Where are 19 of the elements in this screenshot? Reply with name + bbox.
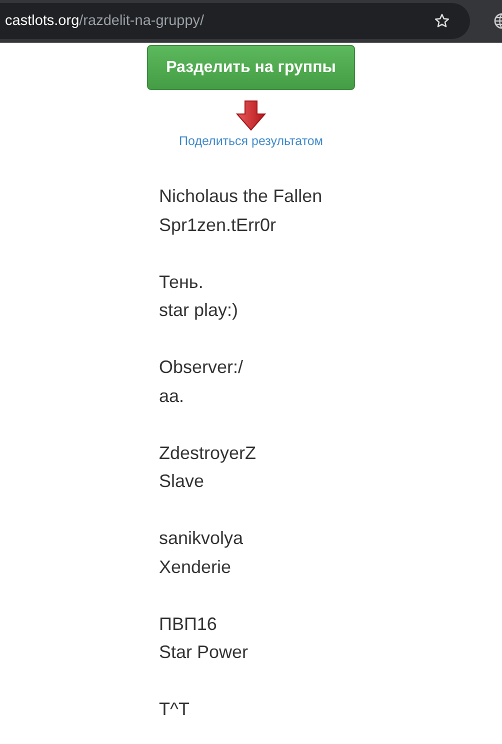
player-name: Nicholaus the Fallen — [159, 185, 322, 208]
player-name: ZdestroyerZ — [159, 442, 256, 465]
player-name: Slave — [159, 470, 204, 493]
url-text: castlots.org/razdelit-na-gruppy/ — [5, 13, 204, 29]
player-name: Тень. — [159, 270, 204, 294]
player-name: aa. — [159, 384, 184, 408]
player-name: Xenderie — [159, 556, 232, 578]
player-name: ПВП16 — [159, 612, 217, 636]
player-name: T^T — [159, 698, 190, 721]
down-arrow-icon — [236, 100, 266, 131]
address-bar[interactable]: castlots.org/razdelit-na-gruppy/ — [0, 3, 470, 39]
split-into-groups-button[interactable]: Разделить на группы — [147, 45, 355, 90]
player-name: Star Power — [159, 641, 248, 664]
bookmark-star-icon[interactable] — [434, 13, 450, 29]
player-name: Spr1zen.tErr0r — [159, 214, 276, 237]
player-name: Observer:/ — [159, 356, 244, 379]
player-name: star play:) — [159, 299, 238, 322]
player-name: sanikvolya — [159, 527, 244, 550]
share-result-link[interactable]: Поделиться результатом — [179, 134, 323, 148]
